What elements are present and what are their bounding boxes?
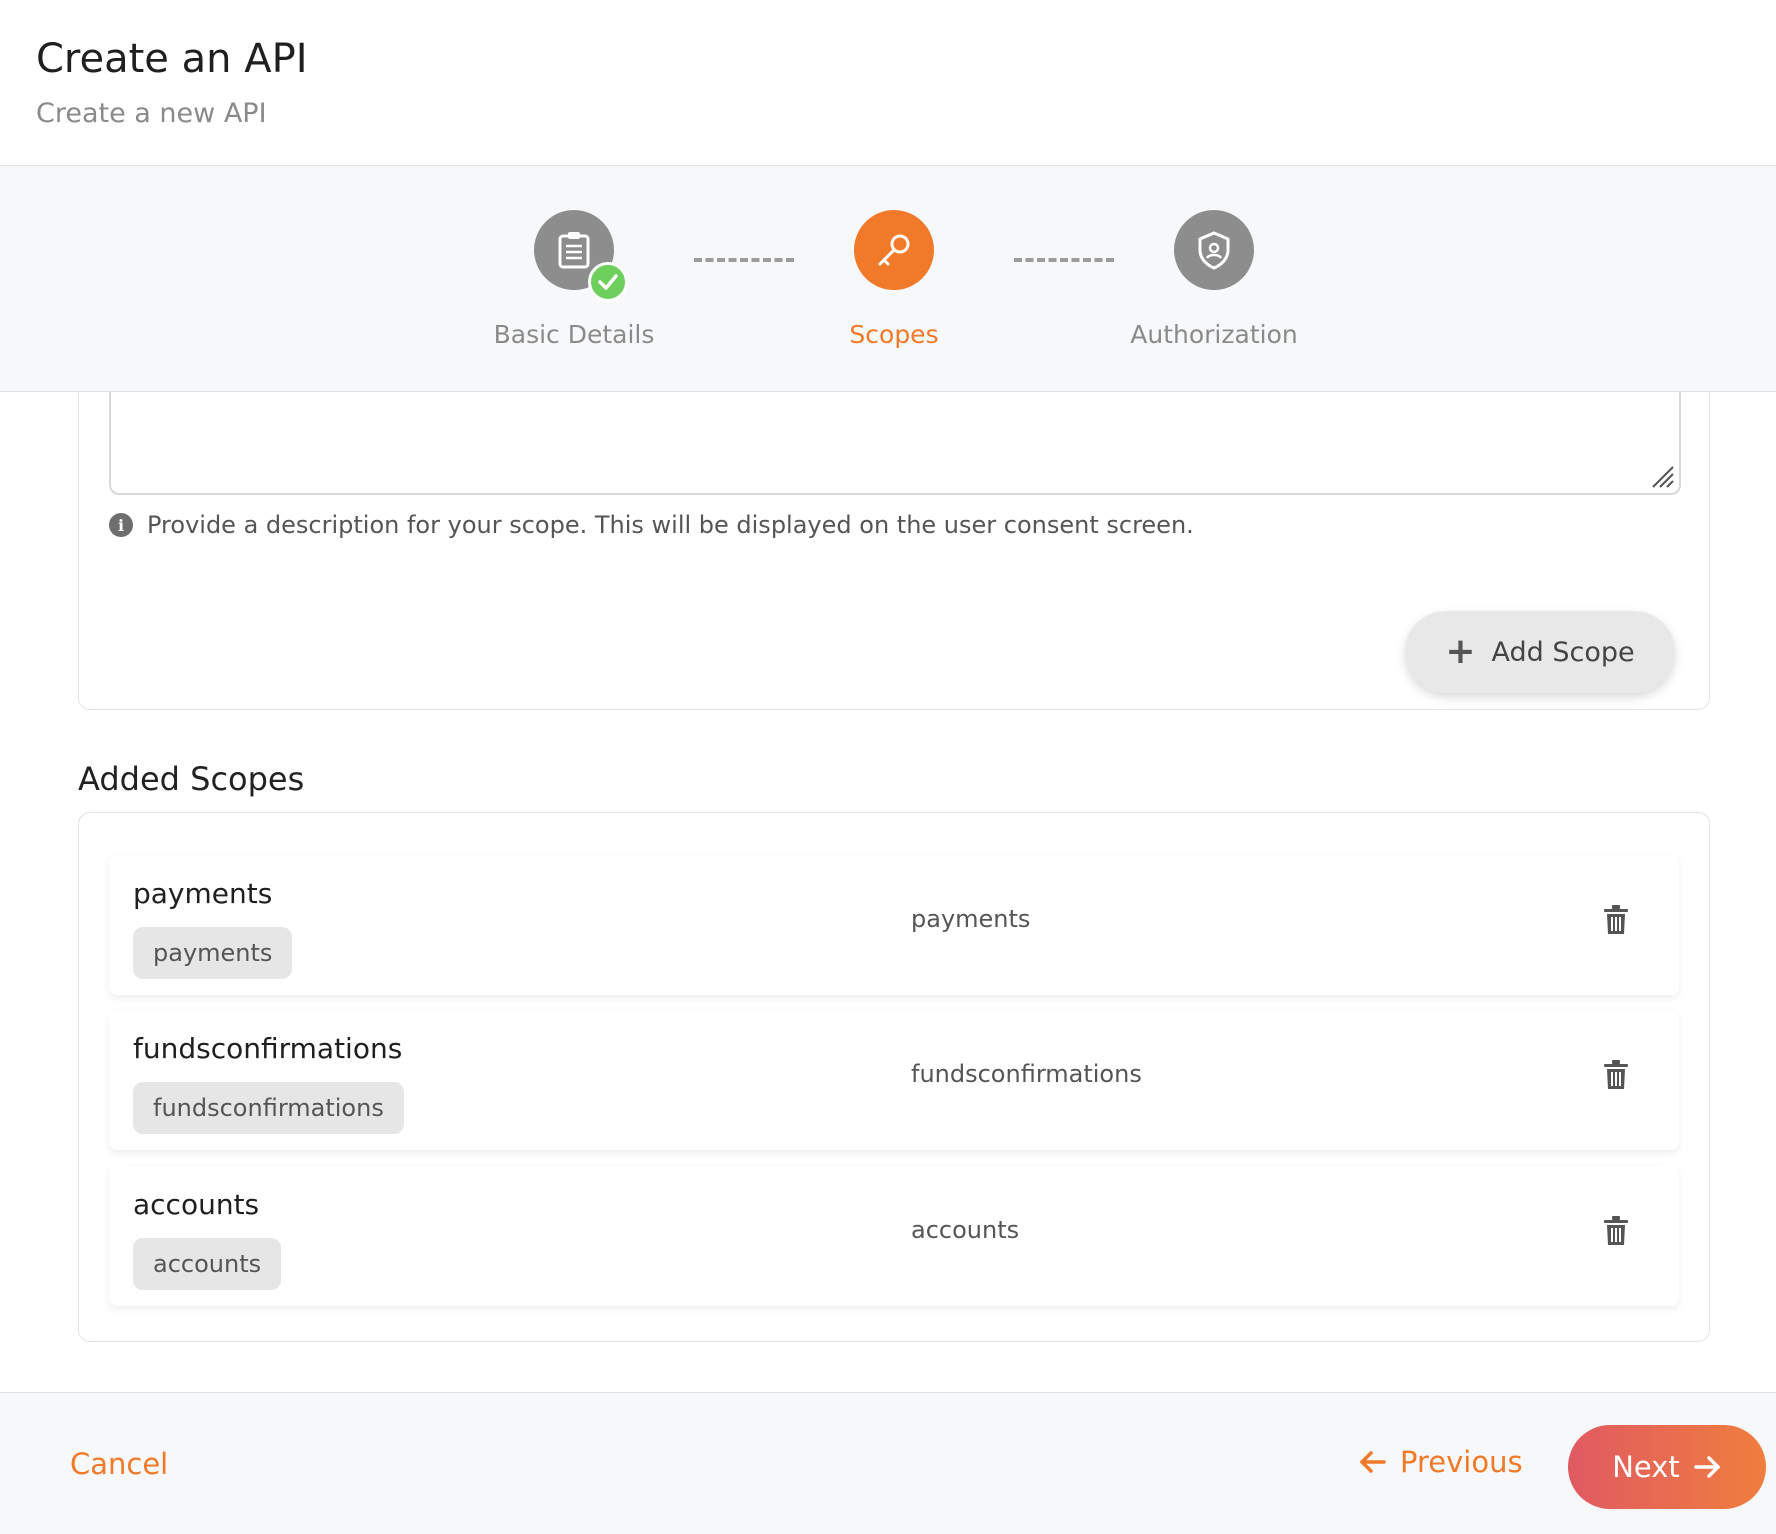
page-subtitle: Create a new API [36, 98, 267, 129]
info-icon: i [109, 513, 133, 537]
key-icon [878, 234, 910, 266]
dialog-header: Create an API Create a new API [0, 0, 1776, 166]
scroll-content[interactable]: i Provide a description for your scope. … [0, 392, 1776, 1392]
next-label: Next [1612, 1450, 1680, 1484]
page-title: Create an API [36, 36, 308, 82]
resize-grip-icon[interactable] [1649, 463, 1675, 489]
previous-button[interactable]: Previous [1358, 1445, 1523, 1479]
scope-description: fundsconfirmations [911, 1060, 1142, 1088]
step-label: Authorization [1130, 320, 1298, 349]
step-connector [1014, 258, 1114, 262]
cancel-button[interactable]: Cancel [70, 1447, 168, 1481]
scope-description: payments [911, 905, 1031, 933]
description-hint: i Provide a description for your scope. … [109, 511, 1194, 539]
step-authorization[interactable]: Authorization [1104, 210, 1324, 349]
wizard-stepper: Basic Details Scopes Authorization [0, 166, 1776, 392]
step-label: Basic Details [493, 320, 655, 349]
clipboard-icon [558, 232, 590, 269]
plus-icon: + [1445, 631, 1476, 672]
scope-chip: accounts [133, 1238, 282, 1290]
scope-chip: fundsconfirmations [133, 1082, 404, 1134]
scope-name: accounts [133, 1188, 260, 1221]
add-scope-label: Add Scope [1491, 636, 1635, 668]
scope-description-textarea[interactable] [109, 392, 1681, 495]
scope-row: accounts accounts accounts [109, 1166, 1679, 1306]
scope-description: accounts [911, 1216, 1020, 1244]
step-circle [1174, 210, 1254, 290]
scope-row: payments payments payments [109, 855, 1679, 995]
step-basic-details[interactable]: Basic Details [464, 210, 684, 349]
scope-row: fundsconfirmations fundsconfirmations fu… [109, 1010, 1679, 1150]
delete-scope-button[interactable] [1603, 1216, 1629, 1246]
arrow-left-icon [1360, 1451, 1386, 1473]
step-circle [854, 210, 934, 290]
arrow-right-icon [1694, 1456, 1720, 1478]
dialog-footer: Cancel Previous Next [0, 1392, 1776, 1534]
hint-text: Provide a description for your scope. Th… [147, 511, 1194, 539]
scope-chip: payments [133, 927, 293, 979]
step-connector [694, 258, 794, 262]
added-scopes-heading: Added Scopes [78, 760, 305, 798]
check-icon [588, 262, 628, 302]
step-circle [534, 210, 628, 302]
next-button[interactable]: Next [1568, 1425, 1766, 1509]
previous-label: Previous [1400, 1445, 1523, 1479]
add-scope-button[interactable]: + Add Scope [1405, 611, 1675, 693]
delete-scope-button[interactable] [1603, 1060, 1629, 1090]
delete-scope-button[interactable] [1603, 905, 1629, 935]
shield-icon [1198, 231, 1230, 270]
scope-name: payments [133, 877, 273, 910]
add-scope-card: i Provide a description for your scope. … [78, 392, 1710, 710]
step-label: Scopes [849, 320, 939, 349]
step-scopes[interactable]: Scopes [784, 210, 1004, 349]
added-scopes-list: payments payments payments fundsconfirma… [78, 812, 1710, 1342]
scope-name: fundsconfirmations [133, 1032, 403, 1065]
